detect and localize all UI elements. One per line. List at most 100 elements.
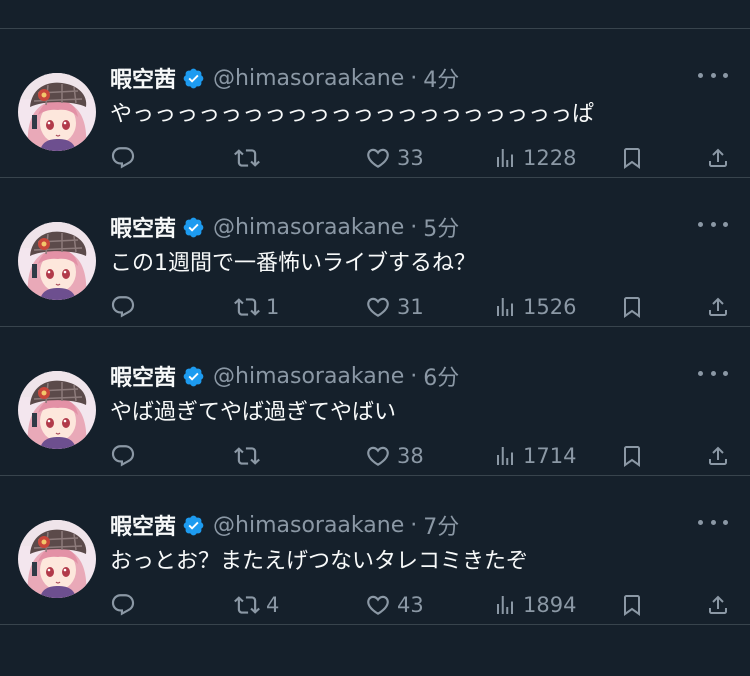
tweet-header: 暇空茜 @himasoraakane · 6分 [110,360,459,392]
display-name[interactable]: 暇空茜 [110,211,176,243]
handle[interactable]: @himasoraakane [213,215,404,240]
share-button[interactable] [706,592,730,618]
like-button[interactable]: 43 [365,592,424,618]
timeline-top-edge [0,0,750,29]
tweet[interactable]: 暇空茜 @himasoraakane · 6分 やば過ぎてやば過ぎてやばい 38… [0,327,750,476]
bookmark-button[interactable] [620,443,644,469]
heart-icon [367,595,389,615]
avatar-illustration [18,371,96,449]
retweet-count: 1 [266,295,280,319]
verified-badge-icon [182,216,205,239]
reply-button[interactable] [110,294,142,320]
verified-badge-icon [182,514,205,537]
reply-button[interactable] [110,592,142,618]
like-button[interactable]: 31 [365,294,424,320]
views-button[interactable]: 1714 [493,443,576,469]
share-button[interactable] [706,294,730,320]
retweet-icon [234,298,260,316]
timeline: 暇空茜 @himasoraakane · 4分 やっっっっっっっっっっっっっっっ… [0,29,750,625]
views-button[interactable]: 1526 [493,294,576,320]
retweet-icon [234,596,260,614]
tweet-header: 暇空茜 @himasoraakane · 7分 [110,509,459,541]
bookmark-button[interactable] [620,145,644,171]
timestamp[interactable]: 4分 [423,62,459,94]
avatar[interactable] [18,371,96,449]
bookmark-button[interactable] [620,592,644,618]
timestamp[interactable]: 7分 [423,509,459,541]
tweet-actions: 33 1228 [0,145,750,171]
avatar-illustration [18,73,96,151]
tweet-text: この1週間で一番怖いライブするね？ [110,251,476,276]
verified-badge-icon [182,67,205,90]
separator-dot: · [410,214,418,240]
more-dots-icon[interactable] [698,365,728,381]
tweet[interactable]: 暇空茜 @himasoraakane · 7分 おっとお？またえげつないタレコミ… [0,476,750,625]
tweet[interactable]: 暇空茜 @himasoraakane · 5分 この1週間で一番怖いライブするね… [0,178,750,327]
views-button[interactable]: 1228 [493,145,576,171]
heart-icon [367,297,389,317]
reply-icon [111,296,135,318]
tweet-actions: 1 31 1526 [0,294,750,320]
more-dots-icon[interactable] [698,67,728,83]
bookmark-icon [624,446,640,467]
avatar[interactable] [18,222,96,300]
handle[interactable]: @himasoraakane [213,513,404,538]
share-icon [709,595,727,614]
share-icon [709,297,727,316]
handle[interactable]: @himasoraakane [213,66,404,91]
separator-dot: · [410,512,418,538]
share-icon [709,446,727,465]
views-icon [497,447,513,465]
verified-badge-icon [182,365,205,388]
bookmark-icon [624,595,640,616]
bookmark-button[interactable] [620,294,644,320]
display-name[interactable]: 暇空茜 [110,360,176,392]
tweet-text: やっっっっっっっっっっっっっっっっっっっっぱ [110,102,595,127]
views-button[interactable]: 1894 [493,592,576,618]
reply-button[interactable] [110,145,142,171]
reply-icon [111,594,135,616]
display-name[interactable]: 暇空茜 [110,509,176,541]
more-dots-icon[interactable] [698,514,728,530]
like-button[interactable]: 38 [365,443,424,469]
display-name[interactable]: 暇空茜 [110,62,176,94]
more-dots-icon[interactable] [698,216,728,232]
retweet-icon [234,447,260,465]
avatar[interactable] [18,520,96,598]
heart-icon [367,446,389,466]
reply-icon [111,445,135,467]
like-count: 38 [397,444,424,468]
timestamp[interactable]: 6分 [423,360,459,392]
like-button[interactable]: 33 [365,145,424,171]
retweet-button[interactable]: 1 [234,294,279,320]
retweet-button[interactable] [234,145,266,171]
share-button[interactable] [706,443,730,469]
like-count: 43 [397,593,424,617]
tweet-header: 暇空茜 @himasoraakane · 4分 [110,62,459,94]
tweet-header: 暇空茜 @himasoraakane · 5分 [110,211,459,243]
handle[interactable]: @himasoraakane [213,364,404,389]
avatar-illustration [18,222,96,300]
retweet-count: 4 [266,593,280,617]
tweet-text: やば過ぎてやば過ぎてやばい [110,400,397,425]
heart-icon [367,148,389,168]
views-count: 1714 [523,444,577,468]
timestamp[interactable]: 5分 [423,211,459,243]
views-icon [497,298,513,316]
retweet-button[interactable]: 4 [234,592,279,618]
views-count: 1894 [523,593,577,617]
tweet-actions: 4 43 1894 [0,592,750,618]
views-icon [497,149,513,167]
separator-dot: · [410,363,418,389]
retweet-icon [234,149,260,167]
tweet[interactable]: 暇空茜 @himasoraakane · 4分 やっっっっっっっっっっっっっっっ… [0,29,750,178]
like-count: 31 [397,295,424,319]
reply-button[interactable] [110,443,142,469]
share-button[interactable] [706,145,730,171]
retweet-button[interactable] [234,443,266,469]
bookmark-icon [624,297,640,318]
like-count: 33 [397,146,424,170]
separator-dot: · [410,65,418,91]
avatar[interactable] [18,73,96,151]
views-count: 1526 [523,295,577,319]
